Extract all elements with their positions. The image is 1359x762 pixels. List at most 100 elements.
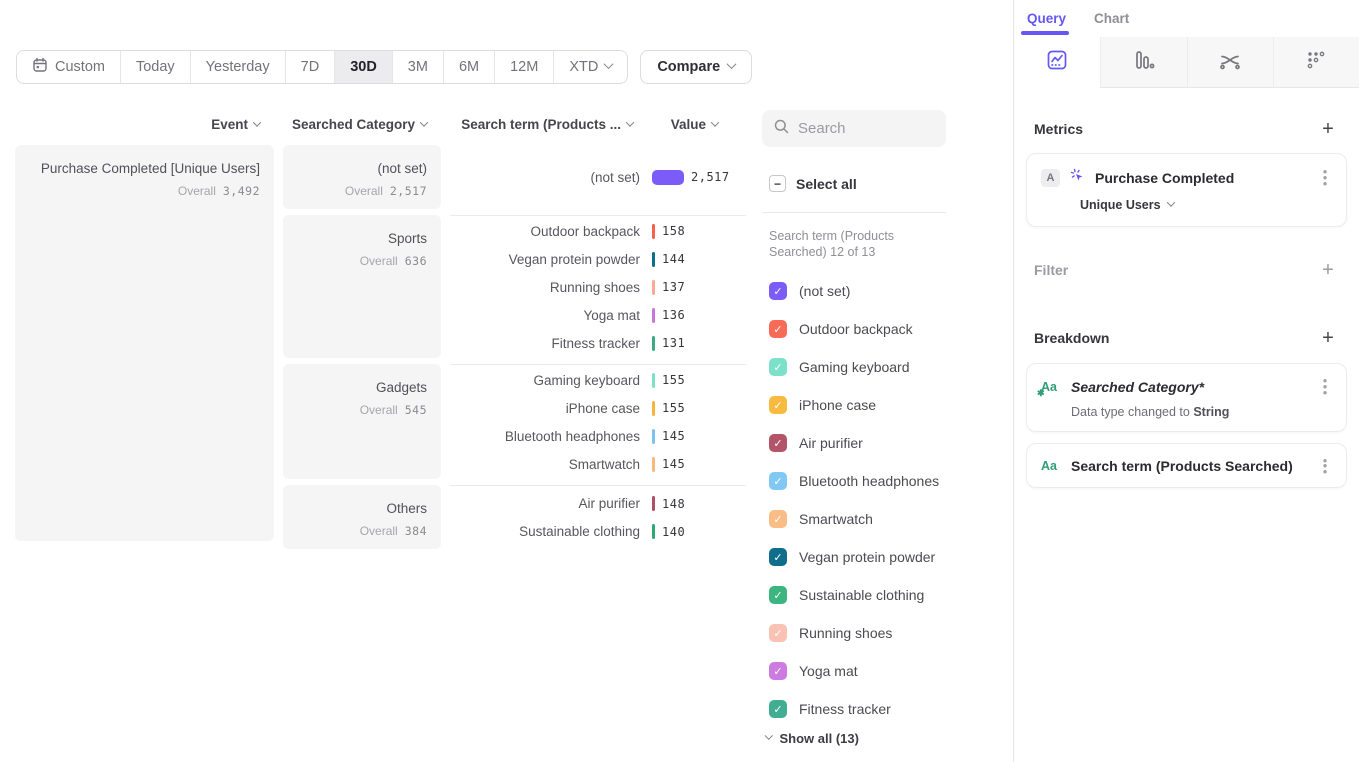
metric-counting-method[interactable]: Unique Users (1080, 198, 1332, 212)
tab-chart[interactable]: Chart (1094, 11, 1129, 26)
table-row[interactable]: Vegan protein powder 144 (450, 245, 746, 273)
metrics-heading: Metrics (1034, 121, 1083, 137)
table-group: Others Overall384 Air purifier 148 Susta… (283, 485, 746, 549)
category-cell[interactable]: Sports Overall636 (283, 215, 441, 358)
list-item[interactable]: ✓ Outdoor backpack (769, 310, 939, 348)
series-label: iPhone case (799, 397, 876, 413)
table-row[interactable]: Sustainable clothing 140 (450, 518, 746, 546)
list-item[interactable]: ✓ Yoga mat (769, 652, 939, 690)
insights-tab[interactable] (1014, 37, 1100, 88)
category-cell[interactable]: Gadgets Overall545 (283, 364, 441, 479)
active-tab-indicator (1021, 31, 1069, 35)
date-range-6m[interactable]: 6M (444, 51, 495, 83)
date-range-7d[interactable]: 7D (286, 51, 336, 83)
list-item[interactable]: ✓ Air purifier (769, 424, 939, 462)
series-search[interactable] (762, 110, 946, 147)
column-header-value[interactable]: Value (640, 117, 718, 132)
series-checkbox[interactable]: ✓ (769, 396, 787, 414)
search-input[interactable] (798, 120, 918, 137)
kebab-menu-icon[interactable]: ••• (1318, 458, 1332, 476)
retention-tab[interactable] (1273, 37, 1359, 88)
column-header-searched-category[interactable]: Searched Category (283, 117, 427, 132)
table-row[interactable]: Yoga mat 136 (450, 301, 746, 329)
series-checkbox[interactable]: ✓ (769, 282, 787, 300)
table-row[interactable]: Outdoor backpack 158 (450, 217, 746, 245)
series-label: Bluetooth headphones (799, 473, 939, 489)
column-header-event[interactable]: Event (15, 117, 260, 132)
date-range-3m[interactable]: 3M (393, 51, 444, 83)
series-checkbox[interactable]: ✓ (769, 624, 787, 642)
series-label: Running shoes (799, 625, 892, 641)
date-range-30d[interactable]: 30D (335, 51, 393, 83)
flows-tab[interactable] (1187, 37, 1273, 88)
category-overall: Overall384 (293, 524, 427, 538)
series-checkbox[interactable]: ✓ (769, 472, 787, 490)
add-breakdown-button[interactable]: + (1317, 327, 1339, 349)
modified-asterisk: ✱ (1037, 388, 1045, 399)
date-range-12m[interactable]: 12M (495, 51, 554, 83)
table-group: Sports Overall636 Outdoor backpack 158 V… (283, 215, 746, 358)
category-name: Sports (293, 231, 427, 248)
list-item[interactable]: ✓ (not set) (769, 272, 939, 310)
date-range-xtd[interactable]: XTD (554, 51, 627, 83)
funnels-tab[interactable] (1100, 37, 1186, 88)
date-range-yesterday[interactable]: Yesterday (191, 51, 286, 83)
series-checkbox[interactable]: ✓ (769, 662, 787, 680)
value-label: 155 (662, 401, 685, 415)
search-term-label: Smartwatch (450, 457, 640, 472)
list-item[interactable]: ✓ Sustainable clothing (769, 576, 939, 614)
list-item[interactable]: ✓ Gaming keyboard (769, 348, 939, 386)
search-term-label: Air purifier (450, 496, 640, 511)
series-checkbox[interactable]: ✓ (769, 510, 787, 528)
insights-icon (1045, 48, 1069, 77)
report-type-tabs (1014, 37, 1359, 88)
event-name: Purchase Completed [Unique Users] (25, 161, 260, 178)
list-item[interactable]: ✓ Bluetooth headphones (769, 462, 939, 500)
series-checkbox[interactable]: ✓ (769, 548, 787, 566)
metric-letter-badge: A (1041, 169, 1060, 187)
add-metric-button[interactable]: + (1317, 118, 1339, 140)
event-cell[interactable]: Purchase Completed [Unique Users] Overal… (15, 145, 274, 541)
add-filter-button[interactable]: + (1317, 259, 1339, 281)
table-row[interactable]: Running shoes 137 (450, 273, 746, 301)
table-row[interactable]: iPhone case 155 (450, 394, 746, 422)
list-item[interactable]: ✓ Vegan protein powder (769, 538, 939, 576)
select-all-checkbox[interactable]: − (769, 175, 786, 192)
breakdown-card-search-term[interactable]: Aa Search term (Products Searched) ••• (1026, 443, 1347, 489)
series-checkbox[interactable]: ✓ (769, 358, 787, 376)
search-term-label: Bluetooth headphones (450, 429, 640, 444)
table-row[interactable]: Fitness tracker 131 (450, 329, 746, 357)
category-cell[interactable]: Others Overall384 (283, 485, 441, 549)
list-item[interactable]: ✓ iPhone case (769, 386, 939, 424)
category-cell[interactable]: (not set) Overall2,517 (283, 145, 441, 209)
series-checkbox[interactable]: ✓ (769, 700, 787, 718)
column-header-search-term[interactable]: Search term (Products ... (450, 117, 633, 132)
table-row[interactable]: Smartwatch 145 (450, 450, 746, 478)
flows-icon (1218, 48, 1242, 77)
value-label: 145 (662, 457, 685, 471)
search-term-label: Vegan protein powder (450, 252, 640, 267)
series-checkbox[interactable]: ✓ (769, 586, 787, 604)
series-checkbox[interactable]: ✓ (769, 434, 787, 452)
show-all-button[interactable]: Show all (13) (766, 731, 859, 746)
list-item[interactable]: ✓ Running shoes (769, 614, 939, 652)
breakdown-card-searched-category[interactable]: Aa✱ Searched Category* ••• Data type cha… (1026, 363, 1347, 432)
select-all[interactable]: − Select all (769, 175, 857, 192)
table-row[interactable]: (not set) 2,517 (450, 163, 746, 191)
date-range-today[interactable]: Today (121, 51, 191, 83)
table-row[interactable]: Air purifier 148 (450, 490, 746, 518)
table-row[interactable]: Gaming keyboard 155 (450, 366, 746, 394)
series-label: Sustainable clothing (799, 587, 924, 603)
select-all-label: Select all (796, 176, 857, 192)
date-range-custom[interactable]: Custom (17, 51, 121, 83)
compare-button[interactable]: Compare (640, 50, 752, 84)
kebab-menu-icon[interactable]: ••• (1318, 378, 1332, 396)
chevron-down-icon (604, 59, 614, 69)
kebab-menu-icon[interactable]: ••• (1318, 169, 1332, 187)
list-item[interactable]: ✓ Smartwatch (769, 500, 939, 538)
series-checkbox[interactable]: ✓ (769, 320, 787, 338)
tab-query[interactable]: Query (1027, 11, 1066, 26)
metric-card[interactable]: A Purchase Completed ••• Unique Users (1026, 153, 1347, 227)
list-item[interactable]: ✓ Fitness tracker (769, 690, 939, 728)
table-row[interactable]: Bluetooth headphones 145 (450, 422, 746, 450)
